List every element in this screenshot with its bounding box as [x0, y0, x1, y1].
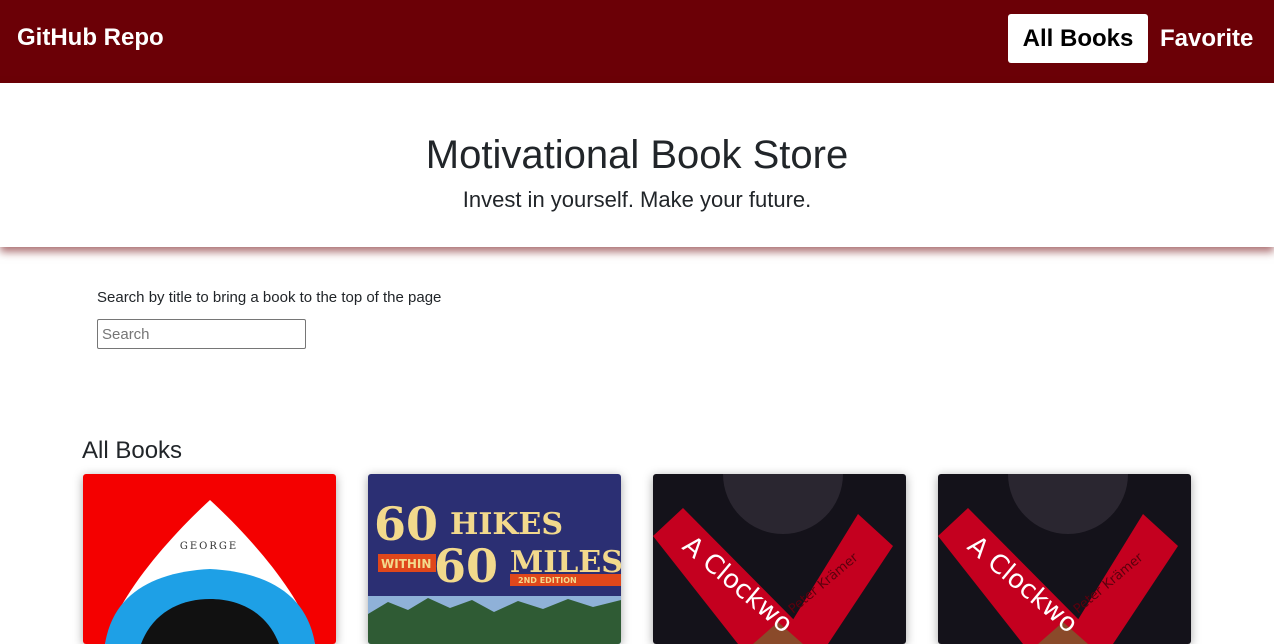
- book-cover-image: A Clockwo Peter Krämer: [938, 474, 1191, 644]
- brand-link[interactable]: GitHub Repo: [17, 23, 164, 53]
- book-cover-edition: 2ND EDITION: [518, 576, 577, 585]
- page-subtitle: Invest in yourself. Make your future.: [462, 187, 812, 212]
- book-cover-within: WITHIN: [381, 557, 431, 571]
- section-title: All Books: [82, 437, 183, 464]
- search-input[interactable]: [97, 319, 306, 349]
- page-title: Motivational Book Store: [425, 133, 849, 177]
- navbar: GitHub Repo All Books Favorite: [0, 0, 1274, 83]
- book-card[interactable]: A Clockwo Peter Krämer: [653, 474, 906, 644]
- book-card[interactable]: A Clockwo Peter Krämer: [938, 474, 1191, 644]
- nav-favorite-link[interactable]: Favorite: [1160, 14, 1253, 63]
- nav-all-books-button[interactable]: All Books: [1008, 14, 1148, 63]
- hero-banner: Motivational Book Store Invest in yourse…: [0, 83, 1274, 247]
- book-card[interactable]: GEORGE: [83, 474, 336, 644]
- book-cover-word: HIKES: [450, 507, 563, 542]
- book-cover-image: GEORGE: [83, 474, 336, 644]
- book-cover-number-2: 60: [434, 539, 498, 593]
- book-cover-text: GEORGE: [180, 541, 238, 552]
- book-cover-image: 60 HIKES WITHIN 60 MILES 2ND EDITION: [368, 474, 621, 644]
- search-label: Search by title to bring a book to the t…: [97, 289, 442, 306]
- book-cover-number: 60: [374, 497, 438, 551]
- book-card[interactable]: 60 HIKES WITHIN 60 MILES 2ND EDITION: [368, 474, 621, 644]
- book-cover-image: A Clockwo Peter Krämer: [653, 474, 906, 644]
